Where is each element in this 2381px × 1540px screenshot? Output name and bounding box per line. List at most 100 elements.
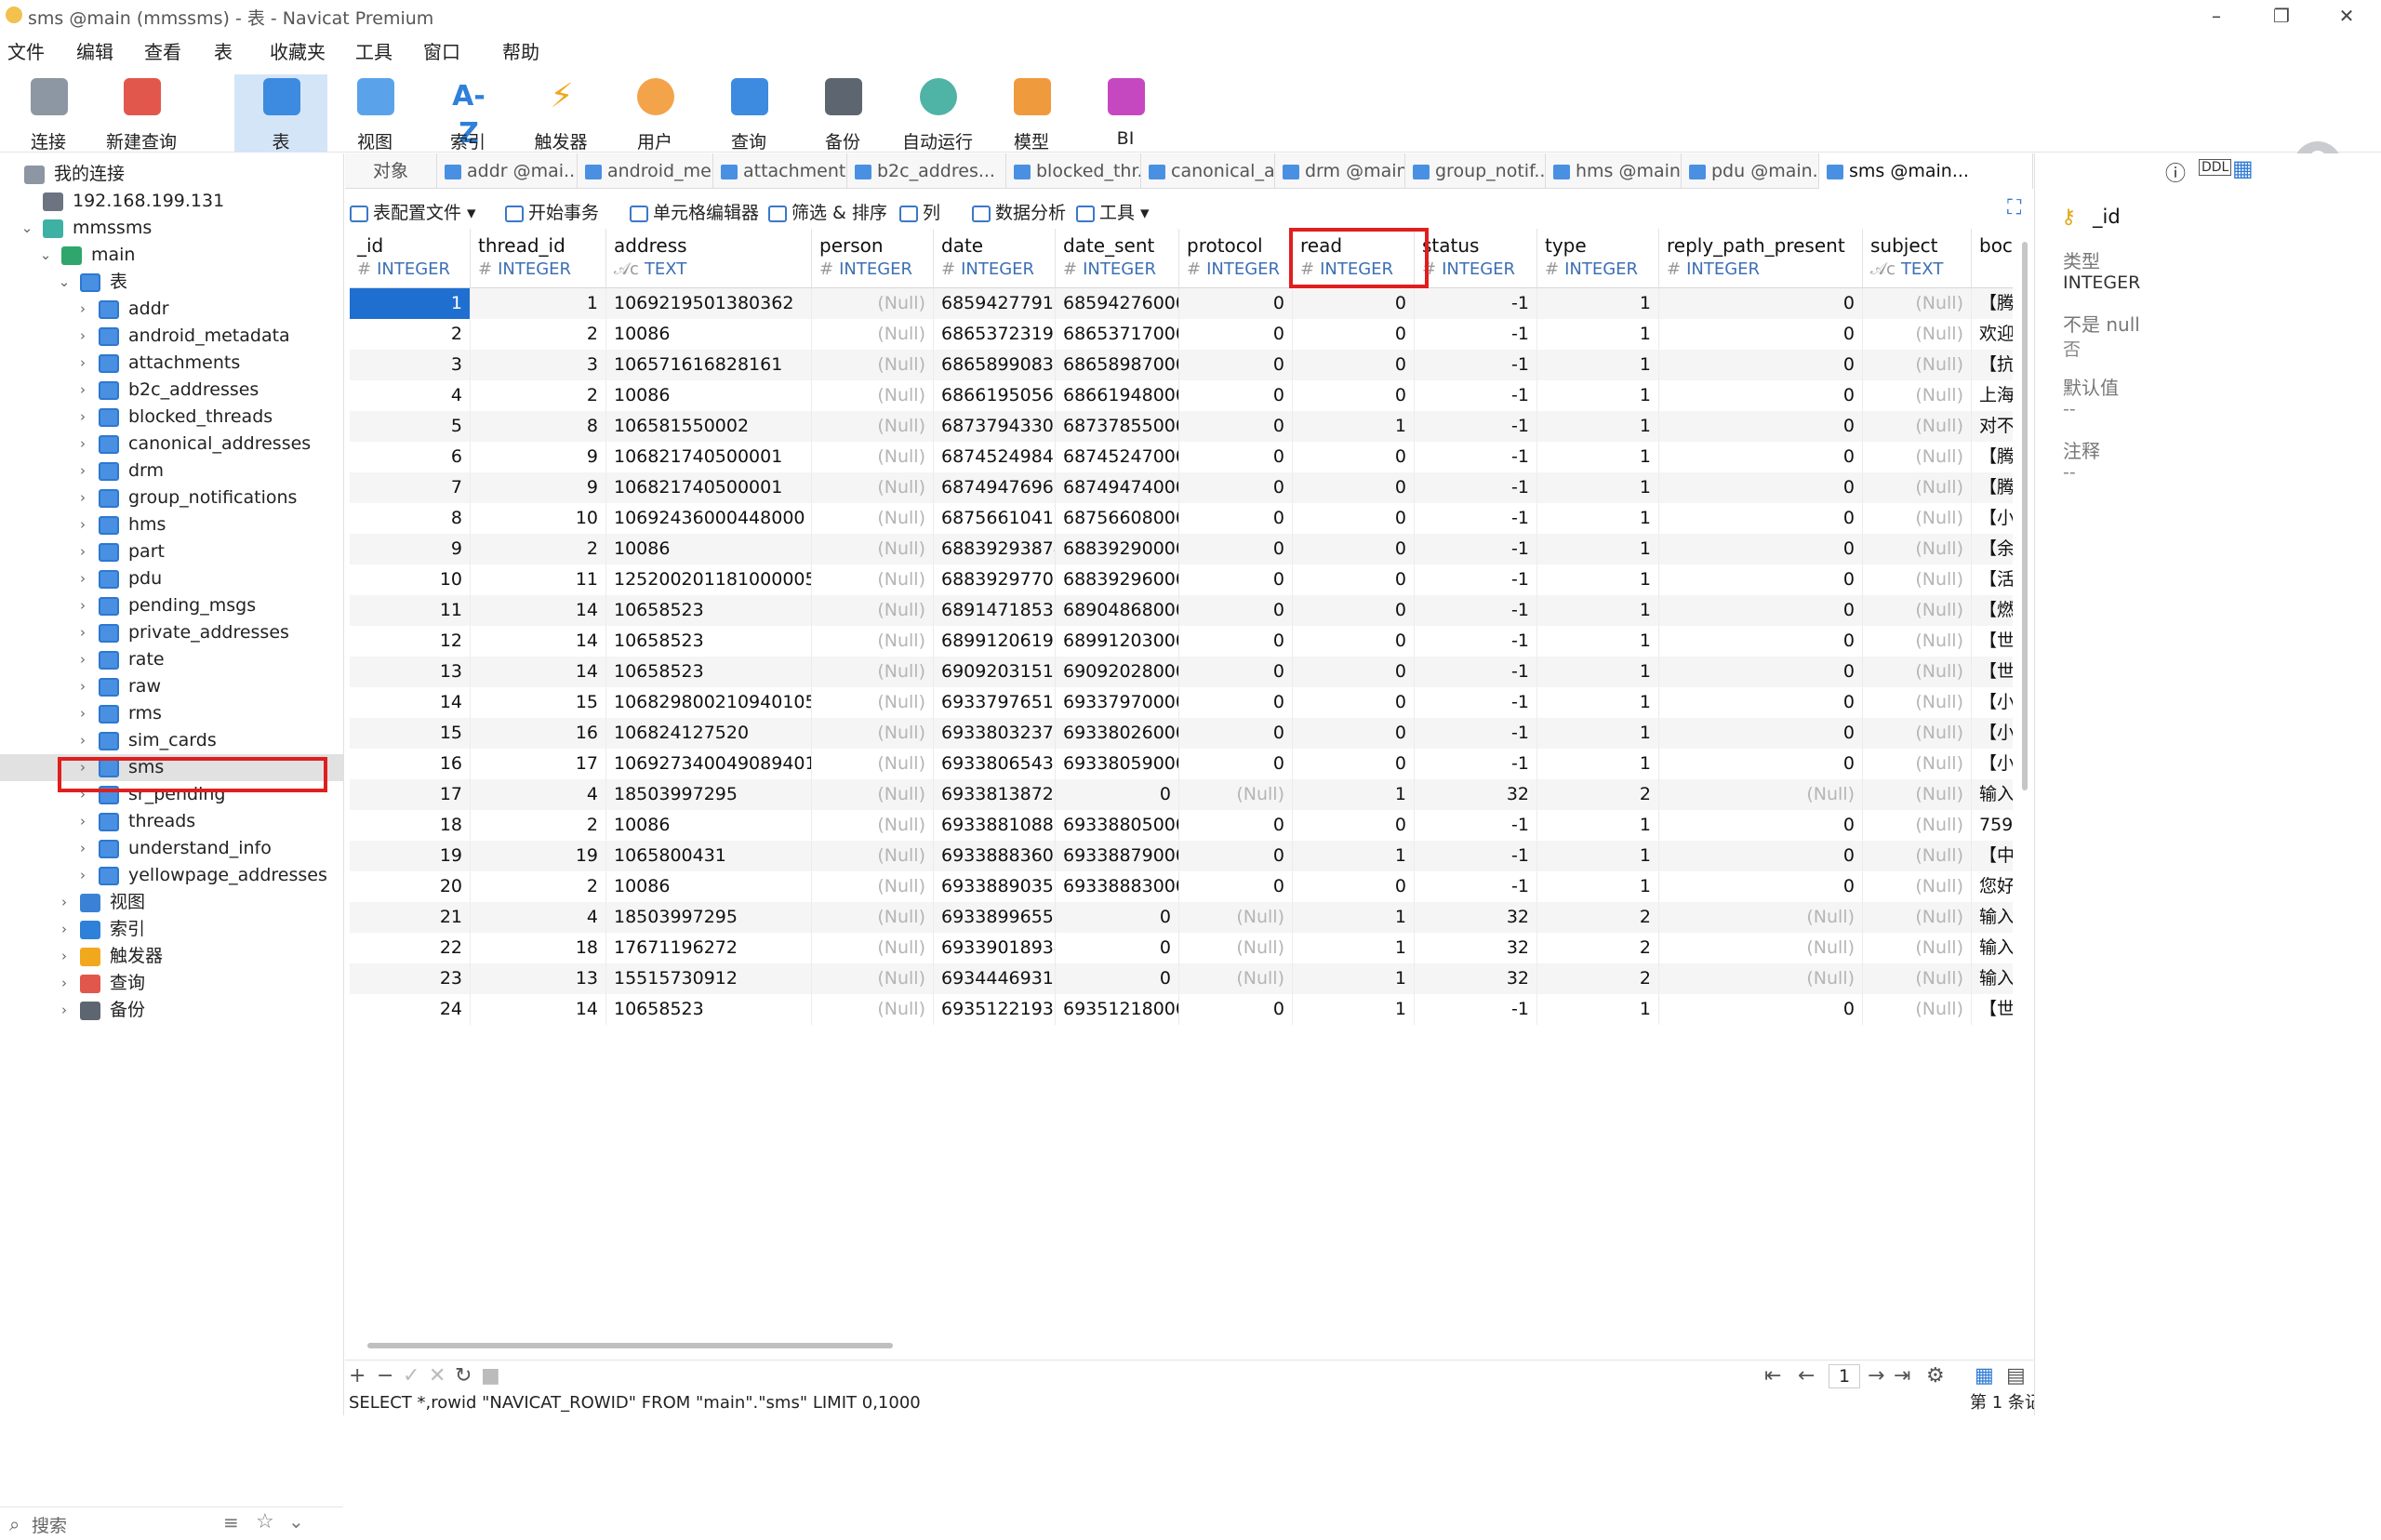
column-header[interactable]: boc [1972,229,2013,288]
star-icon[interactable]: ☆ [256,1510,274,1533]
table-cell[interactable]: -1 [1415,503,1537,534]
table-cell[interactable]: 0 [1659,564,1863,595]
refresh-icon[interactable]: ↻ [455,1364,472,1387]
table-cell[interactable]: 1 [1537,994,1659,1025]
table-cell[interactable]: 0 [1179,319,1293,350]
table-cell[interactable]: (Null) [812,411,934,442]
table-cell[interactable]: 1 [1537,319,1659,350]
table-row[interactable]: 22 18 17671196272 (Null) 69339018934 0 (Null) 1… [350,933,2013,963]
delete-record-icon[interactable]: − [377,1364,393,1387]
tab-item[interactable]: group_notif... [1405,153,1546,189]
table-cell[interactable]: (Null) [812,994,934,1025]
table-cell[interactable]: (Null) [812,534,934,564]
search-input[interactable]: 搜索 [32,1512,67,1537]
table-cell[interactable]: 0 [1179,350,1293,380]
table-cell[interactable]: 68749476961 [934,472,1056,503]
index-button[interactable]: A-Z 索引 [421,74,514,153]
table-item[interactable]: › sim_cards [0,727,343,754]
table-row[interactable]: 7 9 106821740500001 (Null) 68749476961 687494… [350,472,2013,503]
table-cell[interactable]: (Null) [1659,902,1863,933]
table-cell[interactable]: 0 [1293,657,1415,687]
table-cell[interactable]: (Null) [812,503,934,534]
table-cell[interactable]: 68749474000 [1056,472,1179,503]
data-analysis-button[interactable]: 数据分析 [972,199,1066,224]
column-header[interactable]: reply_path_present # INTEGER [1659,229,1863,288]
table-cell[interactable]: (Null) [1863,442,1972,472]
query-button[interactable]: 查询 [702,74,795,153]
table-cell[interactable]: 68737855000 [1056,411,1179,442]
table-cell[interactable]: 68839293874 [934,534,1056,564]
table-cell[interactable]: 14 [471,657,606,687]
tab-item[interactable]: pdu @main... [1682,153,1819,189]
table-cell[interactable]: 14 [471,994,606,1025]
table-cell[interactable]: 1 [1537,288,1659,319]
table-cell[interactable]: 1 [1293,841,1415,871]
table-cell[interactable]: -1 [1415,595,1537,626]
chevron-right-icon[interactable]: › [74,377,91,404]
table-cell[interactable]: -1 [1415,687,1537,718]
table-cell[interactable]: 106821740500001 [606,472,812,503]
menu-tools[interactable]: 工具 [355,37,392,64]
table-cell[interactable]: 1 [471,288,606,319]
table-cell[interactable]: 68594277918 [934,288,1056,319]
table-cell[interactable]: -1 [1415,411,1537,442]
table-cell[interactable]: 16 [471,718,606,749]
table-row[interactable]: 18 2 10086 (Null) 69338810888 69338805000 0 0 -1… [350,810,2013,841]
table-cell[interactable]: 输入 [1972,902,2013,933]
profile-button[interactable]: 表配置文件 ▾ [350,199,476,224]
table-cell[interactable]: -1 [1415,749,1537,779]
table-cell[interactable]: 68661948000 [1056,380,1179,411]
table-cell[interactable]: (Null) [1179,933,1293,963]
table-cell[interactable]: 1069273400490894010 [606,749,812,779]
table-cell[interactable]: 输入 [1972,779,2013,810]
table-row[interactable]: 8 10 10692436000448000 (Null) 68756610412 687… [350,503,2013,534]
table-cell[interactable]: 18 [471,933,606,963]
table-cell[interactable]: (Null) [1863,871,1972,902]
table-cell[interactable]: 68756610412 [934,503,1056,534]
table-cell[interactable]: 10 [350,564,471,595]
table-cell[interactable]: 1 [1293,411,1415,442]
first-page-icon[interactable]: ⇤ [1764,1364,1781,1387]
chevron-right-icon[interactable]: › [74,323,91,350]
table-cell[interactable]: 欢迎 [1972,319,2013,350]
table-cell[interactable]: 10658523 [606,994,812,1025]
table-cell[interactable]: 32 [1415,933,1537,963]
table-cell[interactable]: 69338810888 [934,810,1056,841]
table-cell[interactable]: 1 [1537,442,1659,472]
table-cell[interactable]: 上海 [1972,380,2013,411]
table-cell[interactable]: 0 [1179,534,1293,564]
table-item[interactable]: › private_addresses [0,619,343,646]
table-item[interactable]: › pdu [0,565,343,592]
table-cell[interactable]: (Null) [812,350,934,380]
table-cell[interactable]: (Null) [812,442,934,472]
table-cell[interactable]: -1 [1415,626,1537,657]
columns-button[interactable]: 列 [899,199,940,224]
table-cell[interactable]: -1 [1415,350,1537,380]
table-cell[interactable]: 69338883000 [1056,871,1179,902]
expand-icon[interactable]: ⛶ [2007,196,2021,219]
table-cell[interactable]: 【活 [1972,564,2013,595]
table-cell[interactable]: 12 [350,626,471,657]
table-cell[interactable]: 68839297702 [934,564,1056,595]
table-cell[interactable]: 1065800431 [606,841,812,871]
table-cell[interactable]: 69092031517 [934,657,1056,687]
table-cell[interactable]: 10692436000448000 [606,503,812,534]
table-cell[interactable]: (Null) [1863,380,1972,411]
table-cell[interactable]: 0 [1179,411,1293,442]
table-cell[interactable]: 【世 [1972,994,2013,1025]
table-cell[interactable]: 0 [1293,749,1415,779]
chevron-right-icon[interactable]: › [74,350,91,377]
table-cell[interactable]: (Null) [812,871,934,902]
tab-item[interactable]: drm @main... [1275,153,1405,189]
table-cell[interactable]: 0 [1179,994,1293,1025]
table-cell[interactable]: (Null) [1863,810,1972,841]
menu-view[interactable]: 查看 [144,37,181,64]
horizontal-scrollbar[interactable] [367,1343,893,1348]
table-cell[interactable]: 14 [471,595,606,626]
table-cell[interactable]: (Null) [1863,657,1972,687]
table-cell[interactable]: 0 [1179,288,1293,319]
table-cell[interactable]: 0 [1659,810,1863,841]
table-cell[interactable]: (Null) [1863,749,1972,779]
table-cell[interactable]: 6 [350,442,471,472]
table-cell[interactable]: (Null) [1179,963,1293,994]
